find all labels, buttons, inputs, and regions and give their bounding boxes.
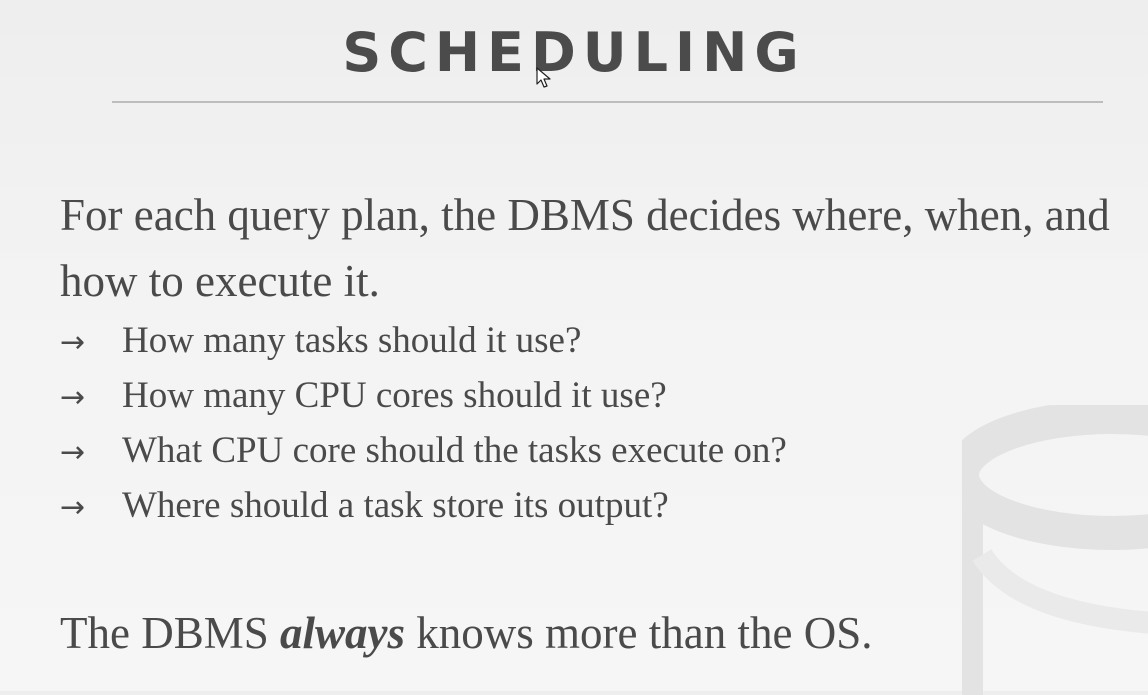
footer-text-before: The DBMS [60, 608, 281, 658]
bullet-text: How many tasks should it use? [122, 320, 582, 361]
bullet-item: → How many tasks should it use? [60, 313, 787, 368]
title-divider [112, 101, 1103, 103]
mouse-cursor-icon [536, 67, 551, 88]
bullet-item: → How many CPU cores should it use? [60, 368, 787, 423]
footer-text-after: knows more than the OS. [405, 608, 873, 658]
footer-statement: The DBMS always knows more than the OS. [60, 600, 872, 666]
bullet-list: → How many tasks should it use? → How many… [60, 313, 787, 533]
slide-title: SCHEDULING [342, 21, 806, 84]
arrow-icon: → [60, 490, 86, 525]
bullet-text: How many CPU cores should it use? [122, 375, 667, 416]
bullet-item: → What CPU core should the tasks execute … [60, 423, 787, 478]
database-cylinder-icon [962, 405, 1148, 695]
bullet-text: Where should a task store its output? [122, 485, 669, 526]
arrow-icon: → [60, 380, 86, 415]
bullet-item: → Where should a task store its output? [60, 478, 787, 533]
footer-emphasis: always [280, 608, 406, 658]
arrow-icon: → [60, 325, 86, 360]
arrow-icon: → [60, 435, 86, 470]
bullet-text: What CPU core should the tasks execute o… [122, 430, 787, 471]
slide: SCHEDULING For each query plan, the DBMS… [0, 0, 1148, 695]
intro-paragraph: For each query plan, the DBMS decides wh… [60, 190, 1110, 306]
